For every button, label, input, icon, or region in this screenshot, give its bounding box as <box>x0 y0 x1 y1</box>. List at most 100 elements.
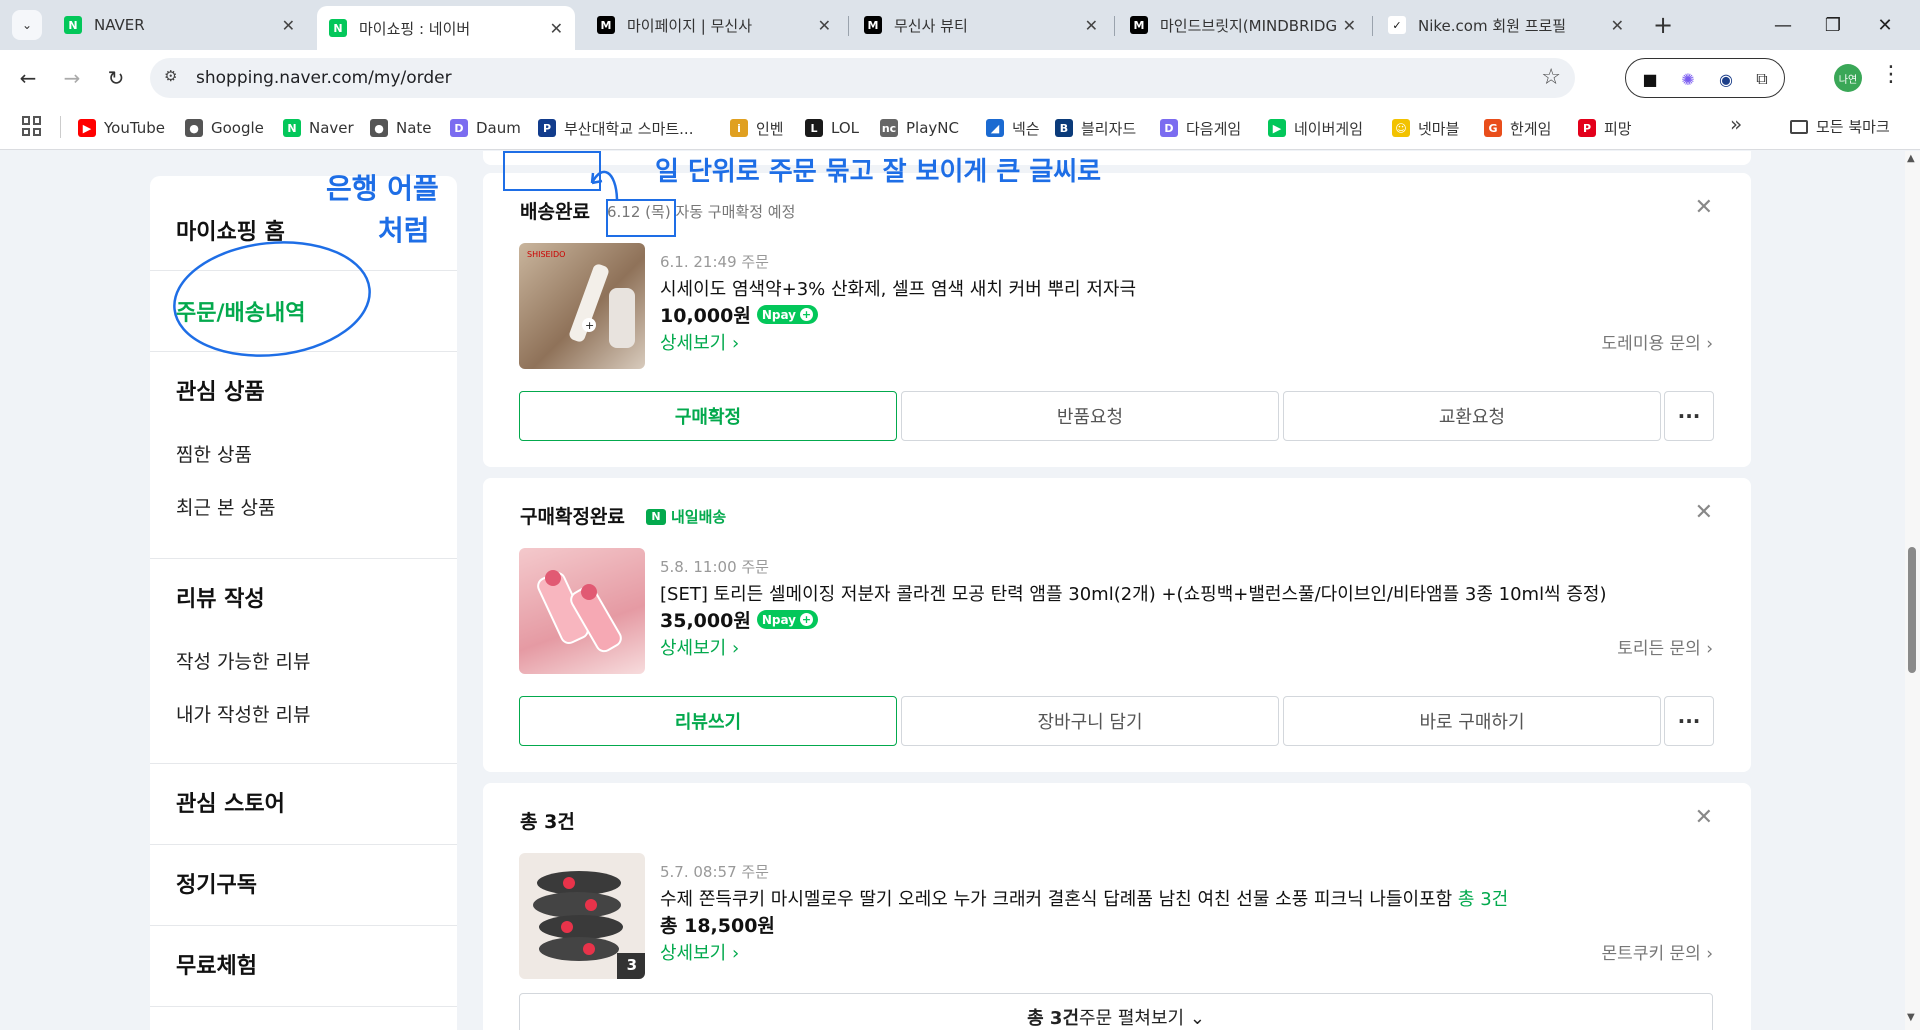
scroll-down-arrow-icon[interactable]: ▼ <box>1907 1012 1915 1023</box>
new-tab-button[interactable]: + <box>1648 10 1678 40</box>
close-icon[interactable]: ✕ <box>1695 500 1713 525</box>
product-thumbnail[interactable] <box>519 548 645 674</box>
bookmark-item[interactable]: D 다음게임 <box>1160 116 1241 140</box>
seller-inquiry-link[interactable]: 도레미용 문의 › <box>1602 329 1713 354</box>
product-thumbnail[interactable]: 3 <box>519 853 645 979</box>
sidebar-item-recent[interactable]: 최근 본 상품 <box>150 493 457 520</box>
sidebar-item-review-available[interactable]: 작성 가능한 리뷰 <box>150 647 457 674</box>
bookmark-star-icon[interactable]: ☆ <box>1541 65 1561 90</box>
product-name[interactable]: [SET] 토리든 셀메이징 저분자 콜라겐 모공 탄력 앰플 30ml(2개)… <box>660 580 1607 606</box>
video-camera-icon[interactable]: ■ <box>1638 67 1662 91</box>
reload-icon[interactable]: ↻ <box>100 62 132 94</box>
sidebar-item-subscription[interactable]: 정기구독 <box>150 867 457 899</box>
extension-wave-icon[interactable]: ◉ <box>1714 67 1738 91</box>
return-request-button[interactable]: 반품요청 <box>901 391 1279 441</box>
bookmark-item[interactable]: L LOL <box>805 116 859 140</box>
close-window-button[interactable]: ✕ <box>1862 8 1908 42</box>
close-icon[interactable]: ✕ <box>1695 805 1713 830</box>
confirm-purchase-button[interactable]: 구매확정 <box>519 391 897 441</box>
write-review-button[interactable]: 리뷰쓰기 <box>519 696 897 746</box>
daum-icon: D <box>450 119 468 137</box>
bookmark-item[interactable]: ◢ 넥슨 <box>986 116 1040 140</box>
close-icon[interactable]: ✕ <box>1343 16 1356 35</box>
globe-icon: ● <box>185 119 203 137</box>
tab-musinsa-beauty[interactable]: M 무신사 뷰티 ✕ <box>852 7 1110 43</box>
detail-link[interactable]: 상세보기 › <box>660 939 739 965</box>
all-bookmarks-folder[interactable]: 모든 북마크 <box>1790 116 1890 137</box>
blizzard-icon: B <box>1055 119 1073 137</box>
add-to-cart-button[interactable]: 장바구니 담기 <box>901 696 1279 746</box>
bookmark-item[interactable]: i 인벤 <box>730 116 784 140</box>
all-bookmarks-label: 모든 북마크 <box>1816 118 1890 136</box>
profile-avatar[interactable]: 나연 <box>1834 64 1862 92</box>
tab-my-shopping[interactable]: N 마이쇼핑 : 네이버 ✕ <box>317 6 575 50</box>
more-options-button[interactable]: ··· <box>1664 696 1714 746</box>
seller-inquiry-link[interactable]: 토리든 문의 › <box>1617 634 1713 659</box>
tab-naver[interactable]: N NAVER ✕ <box>52 7 307 43</box>
tab-musinsa-mypage[interactable]: M 마이페이지 | 무신사 ✕ <box>585 7 843 43</box>
browser-menu-icon[interactable]: ⋮ <box>1880 62 1902 87</box>
order-status: 총 3건 <box>520 811 575 833</box>
product-name-text: 수제 쫀득쿠키 마시멜로우 딸기 오레오 누가 크래커 결혼식 답례품 남친 여… <box>660 889 1453 910</box>
bookmark-item[interactable]: P 피망 <box>1578 116 1632 140</box>
bookmark-label: PlayNC <box>906 119 959 137</box>
close-icon[interactable]: ✕ <box>1085 16 1098 35</box>
naver-favicon-icon: N <box>64 16 82 34</box>
bookmark-item[interactable]: ▶ YouTube <box>78 116 165 140</box>
product-name[interactable]: 시세이도 염색약+3% 산화제, 셀프 염색 새치 커버 뿌리 저자극 <box>660 275 1136 301</box>
site-settings-icon[interactable]: ⚙ <box>164 67 186 89</box>
sidebar-heading-review[interactable]: 리뷰 작성 <box>150 581 457 613</box>
product-name[interactable]: 수제 쫀득쿠키 마시멜로우 딸기 오레오 누가 크래커 결혼식 답례품 남친 여… <box>660 885 1508 911</box>
close-icon[interactable]: ✕ <box>818 16 831 35</box>
close-icon[interactable]: ✕ <box>282 16 295 35</box>
address-bar[interactable]: ⚙ shopping.naver.com/my/order ☆ <box>150 58 1575 98</box>
tab-search-button[interactable]: ⌄ <box>12 10 42 40</box>
sidebar-item-review-mine[interactable]: 내가 작성한 리뷰 <box>150 700 457 727</box>
item-count-badge: 3 <box>626 956 637 974</box>
back-arrow-icon[interactable]: ← <box>12 62 44 94</box>
bookmark-item[interactable]: P 부산대학교 스마트... <box>538 116 693 140</box>
detail-link[interactable]: 상세보기 › <box>660 329 739 355</box>
tab-mindbridge[interactable]: M 마인드브릿지(MINDBRIDGE) ✕ <box>1118 7 1368 43</box>
seller-inquiry-link[interactable]: 몬트쿠키 문의 › <box>1602 939 1713 964</box>
bookmark-item[interactable]: ● Google <box>185 116 264 140</box>
apps-grid-icon[interactable] <box>22 116 42 136</box>
folder-icon <box>1790 119 1808 134</box>
url-text[interactable]: shopping.naver.com/my/order <box>196 68 452 88</box>
order-datetime: 5.8. 11:00 주문 <box>660 558 769 576</box>
puzzle-icon[interactable]: ⧉ <box>1750 67 1774 91</box>
scrollbar-thumb[interactable] <box>1908 547 1916 673</box>
sidebar-item-wish[interactable]: 찜한 상품 <box>150 440 457 467</box>
forward-arrow-icon[interactable]: → <box>56 62 88 94</box>
close-icon[interactable]: ✕ <box>1695 195 1713 220</box>
scroll-up-arrow-icon[interactable]: ▲ <box>1907 153 1915 164</box>
bookmarks-divider <box>60 116 61 138</box>
sidebar-heading-interest[interactable]: 관심 상품 <box>150 374 457 406</box>
bookmark-item[interactable]: ● Nate <box>370 116 432 140</box>
close-icon[interactable]: ✕ <box>550 19 563 38</box>
sidebar-item-trial[interactable]: 무료체험 <box>150 948 457 980</box>
more-options-button[interactable]: ··· <box>1664 391 1714 441</box>
bookmark-label: 부산대학교 스마트... <box>564 119 694 138</box>
extension-gear-icon[interactable]: ✺ <box>1676 67 1700 91</box>
bookmark-item[interactable]: N Naver <box>283 116 354 140</box>
sidebar-item-store[interactable]: 관심 스토어 <box>150 786 457 818</box>
bookmark-item[interactable]: ▶ 네이버게임 <box>1268 116 1363 140</box>
more-bookmarks-icon[interactable]: » <box>1730 112 1742 136</box>
detail-link[interactable]: 상세보기 › <box>660 634 739 660</box>
bookmark-item[interactable]: nc PlayNC <box>880 116 959 140</box>
bookmark-item[interactable]: G 한게임 <box>1484 116 1551 140</box>
bookmark-item[interactable]: D Daum <box>450 116 521 140</box>
exchange-request-button[interactable]: 교환요청 <box>1283 391 1661 441</box>
buy-now-button[interactable]: 바로 구매하기 <box>1283 696 1661 746</box>
close-icon[interactable]: ✕ <box>1611 16 1624 35</box>
naver-favicon-icon: N <box>329 19 347 37</box>
tab-nike[interactable]: ✓ Nike.com 회원 프로필 ✕ <box>1376 7 1636 43</box>
expand-orders-button[interactable]: 총 3건 주문 펼쳐보기 ⌄ <box>519 993 1713 1030</box>
ampoule-product-image <box>537 570 622 653</box>
product-thumbnail[interactable]: + SHISEIDO <box>519 243 645 369</box>
minimize-button[interactable]: — <box>1760 8 1806 42</box>
restore-button[interactable]: ❐ <box>1810 8 1856 42</box>
bookmark-item[interactable]: B 블리자드 <box>1055 116 1136 140</box>
bookmark-item[interactable]: ☺ 넷마블 <box>1392 116 1459 140</box>
